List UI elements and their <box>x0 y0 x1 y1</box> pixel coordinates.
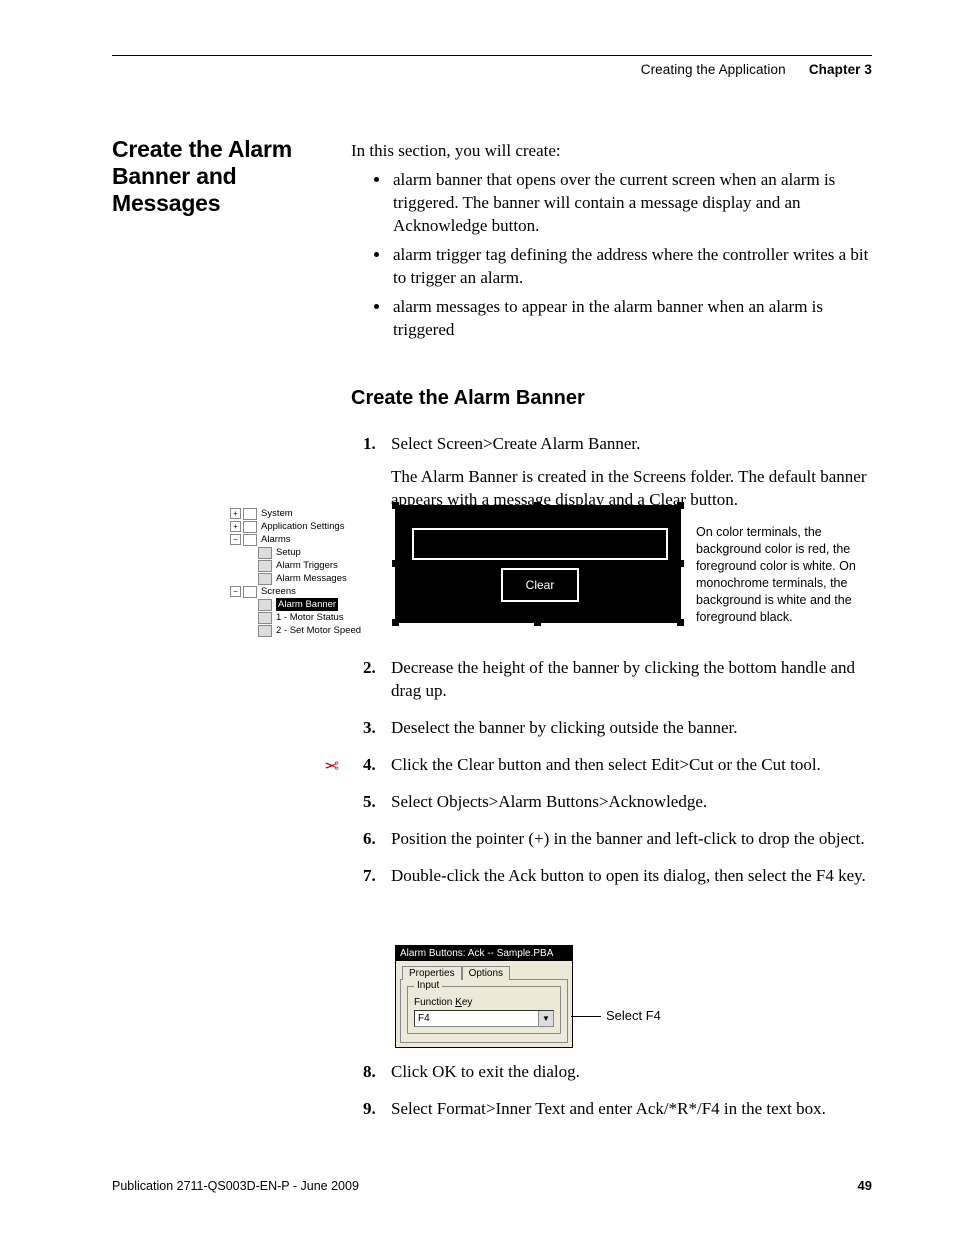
dialog-field-label: Function Key <box>414 997 554 1008</box>
step-7-text: Double-click the Ack button to open its … <box>391 866 866 885</box>
footer-publication: Publication 2711-QS003D-EN-P - June 2009 <box>112 1179 359 1193</box>
dialog-tab-properties: Properties <box>402 966 462 980</box>
chevron-down-icon: ▼ <box>538 1011 553 1026</box>
callout-leader <box>571 1016 601 1017</box>
tree-setup: Setup <box>276 546 301 559</box>
dialog-function-key-combo: F4 ▼ <box>414 1010 554 1027</box>
step-1-text: Select Screen>Create Alarm Banner. <box>391 434 640 453</box>
step-9: 9.Select Format>Inner Text and enter Ack… <box>391 1097 872 1120</box>
dialog-group-input: Input <box>414 980 442 991</box>
scissors-icon: ✂ <box>324 754 339 775</box>
tree-system: System <box>261 507 293 520</box>
tree-alarms: Alarms <box>261 533 291 546</box>
step-6: 6.Position the pointer (+) in the banner… <box>391 827 872 850</box>
step-8: 8.Click OK to exit the dialog. <box>391 1060 872 1083</box>
intro-bullet-list: alarm banner that opens over the current… <box>351 168 872 341</box>
page-header: Creating the Application Chapter 3 <box>641 62 872 77</box>
tree-messages: Alarm Messages <box>276 572 347 585</box>
footer-page-number: 49 <box>858 1178 872 1193</box>
tree-appsettings: Application Settings <box>261 520 344 533</box>
tree-motor-status: 1 - Motor Status <box>276 611 344 624</box>
step-1: Select Screen>Create Alarm Banner. The A… <box>391 432 872 511</box>
banner-message-display <box>412 528 668 560</box>
step-3-text: Deselect the banner by clicking outside … <box>391 718 738 737</box>
step-2-text: Decrease the height of the banner by cli… <box>391 658 855 700</box>
step-6-text: Position the pointer (+) in the banner a… <box>391 829 865 848</box>
header-chapter: Chapter 3 <box>809 62 872 77</box>
section-heading: Create the Alarm Banner and Messages <box>112 136 342 217</box>
step-7: 7.Double-click the Ack button to open it… <box>391 864 872 887</box>
step-4-text: Click the Clear button and then select E… <box>391 755 821 774</box>
step-4: 4.Click the Clear button and then select… <box>391 753 872 776</box>
banner-clear-button: Clear <box>501 568 579 602</box>
dialog-combo-value: F4 <box>418 1013 430 1024</box>
step-5: 5.Select Objects>Alarm Buttons>Acknowled… <box>391 790 872 813</box>
tree-triggers: Alarm Triggers <box>276 559 338 572</box>
tree-alarm-banner-selected: Alarm Banner <box>276 598 338 611</box>
nav-tree-figure: +System +Application Settings −Alarms Se… <box>230 507 370 637</box>
step-8-text: Click OK to exit the dialog. <box>391 1062 580 1081</box>
sub-heading: Create the Alarm Banner <box>351 387 872 410</box>
bullet-item: alarm messages to appear in the alarm ba… <box>391 295 872 341</box>
bullet-item: alarm banner that opens over the current… <box>391 168 872 237</box>
ack-dialog-figure: Alarm Buttons: Ack -- Sample.PBA Propert… <box>395 945 573 1048</box>
bullet-item: alarm trigger tag defining the address w… <box>391 243 872 289</box>
header-breadcrumb: Creating the Application <box>641 62 786 77</box>
dialog-tab-options: Options <box>462 966 510 980</box>
tree-screens: Screens <box>261 585 296 598</box>
banner-note: On color terminals, the background color… <box>696 524 876 626</box>
step-9-text: Select Format>Inner Text and enter Ack/*… <box>391 1099 826 1118</box>
tree-set-motor-speed: 2 - Set Motor Speed <box>276 624 361 637</box>
step-2: 2.Decrease the height of the banner by c… <box>391 656 872 702</box>
alarm-banner-preview: Clear <box>395 505 681 623</box>
step-3: 3.Deselect the banner by clicking outsid… <box>391 716 872 739</box>
dialog-title-bar: Alarm Buttons: Ack -- Sample.PBA <box>396 946 572 961</box>
dialog-callout: Select F4 <box>606 1008 661 1023</box>
step-5-text: Select Objects>Alarm Buttons>Acknowledge… <box>391 792 707 811</box>
intro-paragraph: In this section, you will create: <box>351 139 872 162</box>
